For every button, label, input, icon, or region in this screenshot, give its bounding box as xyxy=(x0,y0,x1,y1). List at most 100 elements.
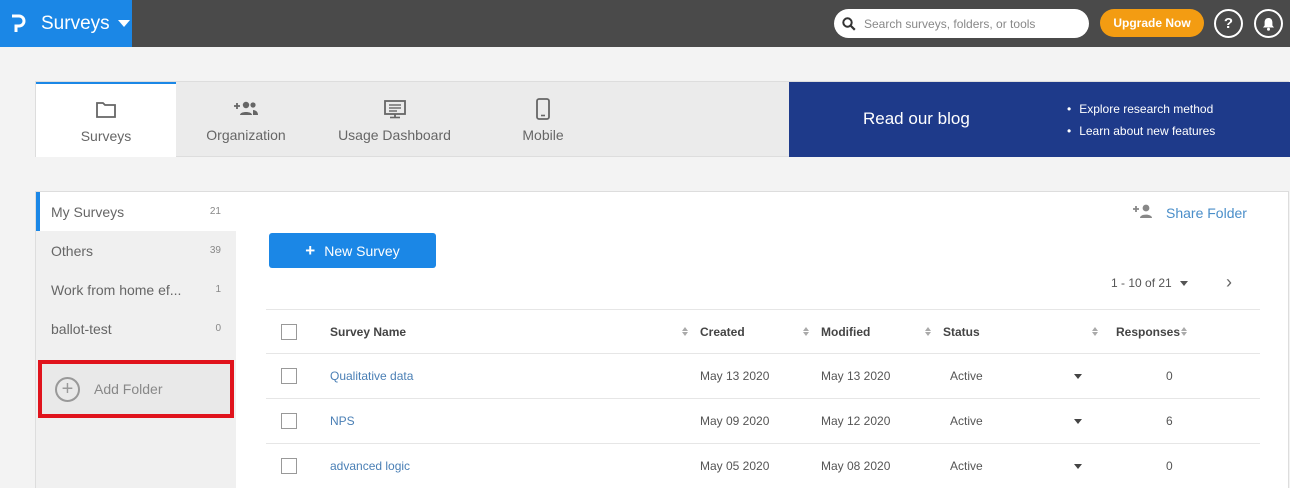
modified-cell: May 13 2020 xyxy=(821,369,891,383)
header-modified[interactable]: Modified xyxy=(821,310,870,354)
sort-icon[interactable] xyxy=(1092,327,1098,336)
notifications-button[interactable] xyxy=(1254,9,1283,38)
table-header: Survey Name Created Modified Status Resp… xyxy=(266,309,1260,354)
folder-count: 0 xyxy=(215,323,221,334)
header-survey-name[interactable]: Survey Name xyxy=(330,310,406,354)
survey-name-link[interactable]: advanced logic xyxy=(330,459,410,473)
created-cell: May 13 2020 xyxy=(700,369,770,383)
pagination-text: 1 - 10 of 21 xyxy=(1111,276,1172,290)
add-circle-icon: + xyxy=(55,376,80,402)
row-checkbox[interactable] xyxy=(281,413,297,429)
status-cell: Active xyxy=(950,459,983,473)
module-nav: Surveys Organization Usage Dashboard Mob… xyxy=(35,81,1290,157)
folder-count: 21 xyxy=(209,206,221,217)
chevron-down-icon xyxy=(1179,280,1188,286)
help-button[interactable]: ? xyxy=(1214,9,1243,38)
responses-cell[interactable]: 6 xyxy=(1166,399,1173,443)
table-row[interactable]: advanced logic May 05 2020 May 08 2020 A… xyxy=(266,444,1260,488)
caret-down-icon xyxy=(1074,418,1082,424)
bell-icon xyxy=(1263,17,1274,31)
upgrade-now-button[interactable]: Upgrade Now xyxy=(1100,9,1204,37)
pagination-select[interactable]: 1 - 10 of 21 xyxy=(1111,276,1188,290)
folder-sidebar: My Surveys 21 Others 39 Work from home e… xyxy=(36,192,236,488)
status-dropdown[interactable] xyxy=(1074,354,1082,398)
chevron-right-icon: › xyxy=(1226,272,1232,292)
search-icon xyxy=(842,16,856,31)
new-survey-button[interactable]: + New Survey xyxy=(269,233,436,268)
responses-cell[interactable]: 0 xyxy=(1166,444,1173,488)
responses-cell[interactable]: 0 xyxy=(1166,354,1173,398)
folder-name: My Surveys xyxy=(51,203,125,220)
tab-usage-dashboard[interactable]: Usage Dashboard xyxy=(316,82,473,157)
blog-bullet[interactable]: Learn about new features xyxy=(1067,124,1215,138)
header-status[interactable]: Status xyxy=(943,310,980,354)
status-dropdown[interactable] xyxy=(1074,399,1082,443)
folder-item-work-from-home[interactable]: Work from home ef... 1 xyxy=(36,270,236,309)
folder-icon xyxy=(95,98,117,122)
folder-item-my-surveys[interactable]: My Surveys 21 xyxy=(36,192,236,231)
folder-count: 39 xyxy=(209,245,221,256)
sort-icon[interactable] xyxy=(1181,327,1187,336)
tab-label: Mobile xyxy=(522,126,564,143)
survey-name-link[interactable]: Qualitative data xyxy=(330,369,413,383)
header-responses[interactable]: Responses xyxy=(1116,310,1180,354)
new-survey-label: New Survey xyxy=(324,242,400,259)
folder-name: Work from home ef... xyxy=(51,281,182,298)
surveys-table: Survey Name Created Modified Status Resp… xyxy=(266,309,1260,488)
search-box[interactable] xyxy=(834,9,1089,38)
tab-label: Organization xyxy=(206,126,286,143)
tab-surveys[interactable]: Surveys xyxy=(36,82,176,157)
header-label: Created xyxy=(700,325,745,339)
blog-bullet[interactable]: Explore research method xyxy=(1067,102,1215,116)
product-switcher[interactable]: Surveys xyxy=(0,0,132,47)
blog-banner[interactable]: Read our blog Explore research method Le… xyxy=(789,82,1290,157)
survey-name-link[interactable]: NPS xyxy=(330,414,355,428)
status-dropdown[interactable] xyxy=(1074,444,1082,488)
survey-name-cell: Qualitative data xyxy=(330,354,413,398)
status-cell: Active xyxy=(950,414,983,428)
add-folder-label: Add Folder xyxy=(94,381,163,397)
blog-bullets: Explore research method Learn about new … xyxy=(1067,102,1215,146)
header-created[interactable]: Created xyxy=(700,310,745,354)
row-checkbox[interactable] xyxy=(281,368,297,384)
survey-name-cell: advanced logic xyxy=(330,444,410,488)
blog-heading[interactable]: Read our blog xyxy=(863,109,970,129)
search-input[interactable] xyxy=(864,16,1074,31)
table-row[interactable]: NPS May 09 2020 May 12 2020 Active 6 xyxy=(266,399,1260,444)
folder-count: 1 xyxy=(215,284,221,295)
help-icon: ? xyxy=(1223,15,1234,32)
mobile-icon xyxy=(535,97,551,121)
add-folder-button[interactable]: + Add Folder xyxy=(38,360,234,418)
created-cell: May 09 2020 xyxy=(700,414,770,428)
select-all-checkbox[interactable] xyxy=(281,324,297,340)
chevron-down-icon xyxy=(117,20,130,27)
plus-icon: + xyxy=(305,240,316,260)
folder-item-ballot-test[interactable]: ballot-test 0 xyxy=(36,309,236,348)
next-page-button[interactable]: › xyxy=(1226,272,1232,293)
table-row[interactable]: Qualitative data May 13 2020 May 13 2020… xyxy=(266,354,1260,399)
modified-cell: May 12 2020 xyxy=(821,414,891,428)
questionpro-logo-icon xyxy=(0,0,36,47)
row-checkbox[interactable] xyxy=(281,458,297,474)
row-checkbox-cell xyxy=(281,444,297,488)
tab-label: Usage Dashboard xyxy=(338,126,451,143)
sort-icon[interactable] xyxy=(682,327,688,336)
caret-down-icon xyxy=(1074,463,1082,469)
sort-icon[interactable] xyxy=(925,327,931,336)
tab-mobile[interactable]: Mobile xyxy=(473,82,613,157)
share-folder-button[interactable]: Share Folder xyxy=(1132,203,1247,222)
tab-label: Surveys xyxy=(80,127,132,144)
add-group-icon xyxy=(233,97,259,121)
share-folder-label: Share Folder xyxy=(1166,204,1247,221)
caret-down-icon xyxy=(1074,373,1082,379)
surveys-panel: My Surveys 21 Others 39 Work from home e… xyxy=(35,191,1289,488)
folder-name: Others xyxy=(51,242,94,259)
status-cell: Active xyxy=(950,369,983,383)
folder-item-others[interactable]: Others 39 xyxy=(36,231,236,270)
sort-icon[interactable] xyxy=(803,327,809,336)
folder-name: ballot-test xyxy=(51,320,112,337)
survey-name-cell: NPS xyxy=(330,399,355,443)
header-label: Survey Name xyxy=(330,325,407,339)
top-bar: Surveys Upgrade Now ? xyxy=(0,0,1290,47)
tab-organization[interactable]: Organization xyxy=(176,82,316,157)
